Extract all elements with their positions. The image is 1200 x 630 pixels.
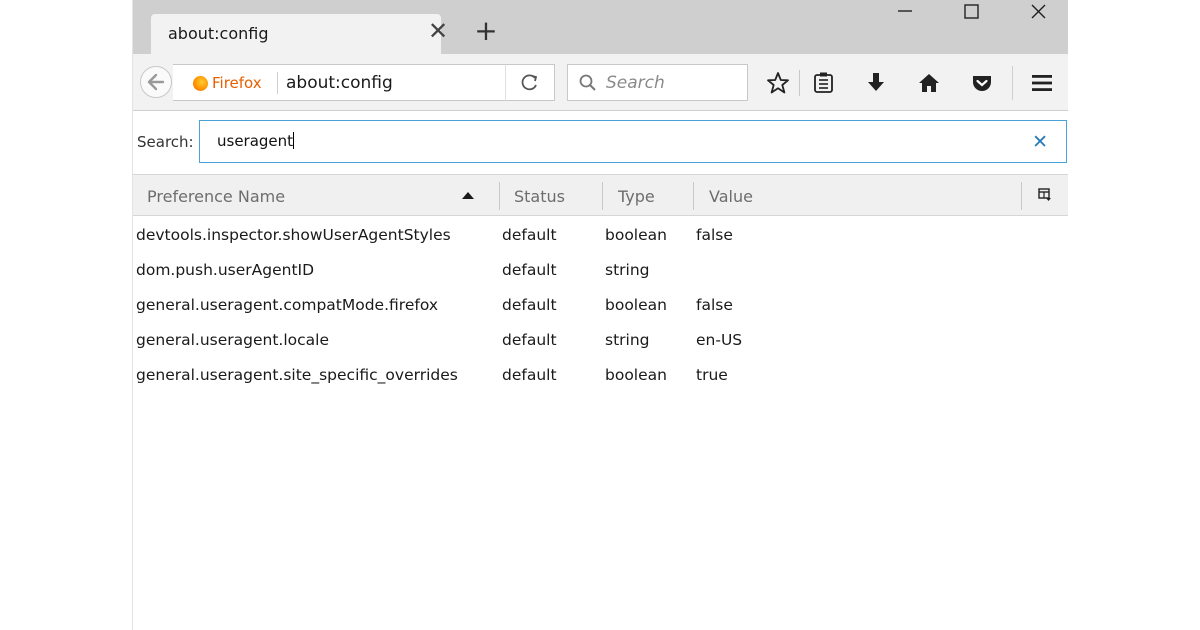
table-row[interactable]: devtools.inspector.showUserAgentStyles d… [133,218,1068,253]
tab-title: about:config [168,24,269,43]
pref-type: string [605,261,650,279]
column-separator[interactable] [499,182,500,210]
nav-bar: Firefox about:config Search [133,54,1068,111]
pref-status: default [502,261,557,279]
column-picker-icon[interactable] [1038,188,1052,202]
column-separator[interactable] [693,182,694,210]
download-icon[interactable] [863,70,889,96]
pocket-icon[interactable] [969,70,995,96]
tab-strip: about:config ✕ + [133,0,1068,54]
pref-name: dom.push.userAgentID [136,261,314,279]
config-search-value: useragent [217,132,293,150]
clear-search-icon[interactable]: ✕ [1032,131,1048,153]
close-icon [1016,0,1062,28]
new-tab-icon[interactable]: + [474,19,498,43]
column-separator [1021,182,1022,210]
pref-value: false [696,226,733,244]
reading-list-icon[interactable] [811,70,837,96]
text-caret [293,132,294,149]
config-search-input[interactable]: useragent ✕ [199,120,1067,163]
column-separator[interactable] [602,182,603,210]
config-search-label: Search: [137,133,194,151]
pref-status: default [502,226,557,244]
pref-name: general.useragent.site_specific_override… [136,366,458,384]
identity-box[interactable]: Firefox [193,73,262,93]
pref-name: general.useragent.locale [136,331,329,349]
back-button[interactable] [140,66,172,98]
pref-type: string [605,331,650,349]
browser-window: about:config ✕ + Firefox [132,0,1068,630]
url-separator [277,72,278,94]
column-header-value[interactable]: Value [709,187,753,206]
prefs-table-header: Preference Name Status Type Value [133,174,1068,216]
search-icon [578,73,598,93]
pref-name: general.useragent.compatMode.firefox [136,296,438,314]
bookmark-star-icon[interactable] [765,70,791,96]
pref-name: devtools.inspector.showUserAgentStyles [136,226,451,244]
tab-about-config[interactable]: about:config ✕ [151,14,441,54]
pref-status: default [502,366,557,384]
table-row[interactable]: general.useragent.locale default string … [133,323,1068,358]
search-bar[interactable]: Search [567,64,748,101]
minimize-button[interactable] [882,0,928,28]
menu-icon[interactable] [1029,70,1055,96]
tab-close-icon[interactable]: ✕ [426,19,450,43]
config-search-row: Search: useragent ✕ [133,111,1068,173]
toolbar-separator [1012,66,1013,100]
maximize-icon [948,0,994,28]
pref-type: boolean [605,366,667,384]
back-arrow-icon [141,67,171,97]
sort-ascending-icon [462,192,474,199]
url-text[interactable]: about:config [286,73,393,93]
maximize-button[interactable] [948,0,994,28]
close-window-button[interactable] [1016,0,1062,28]
pref-status: default [502,331,557,349]
pref-type: boolean [605,296,667,314]
firefox-logo-icon [193,76,208,91]
pref-value: true [696,366,728,384]
column-header-type[interactable]: Type [618,187,655,206]
table-row[interactable]: dom.push.userAgentID default string [133,253,1068,288]
pref-type: boolean [605,226,667,244]
minimize-icon [882,0,928,28]
pref-value: en-US [696,331,742,349]
column-header-preference-name[interactable]: Preference Name [147,187,285,206]
column-header-status[interactable]: Status [514,187,565,206]
pref-status: default [502,296,557,314]
reload-icon [506,65,554,100]
table-row[interactable]: general.useragent.compatMode.firefox def… [133,288,1068,323]
pref-value: false [696,296,733,314]
table-row[interactable]: general.useragent.site_specific_override… [133,358,1068,393]
identity-label: Firefox [212,74,262,92]
url-bar[interactable]: Firefox about:config [173,64,553,101]
reload-button[interactable] [505,64,555,101]
toolbar-separator [799,70,800,96]
home-icon[interactable] [916,70,942,96]
search-placeholder: Search [606,73,665,93]
